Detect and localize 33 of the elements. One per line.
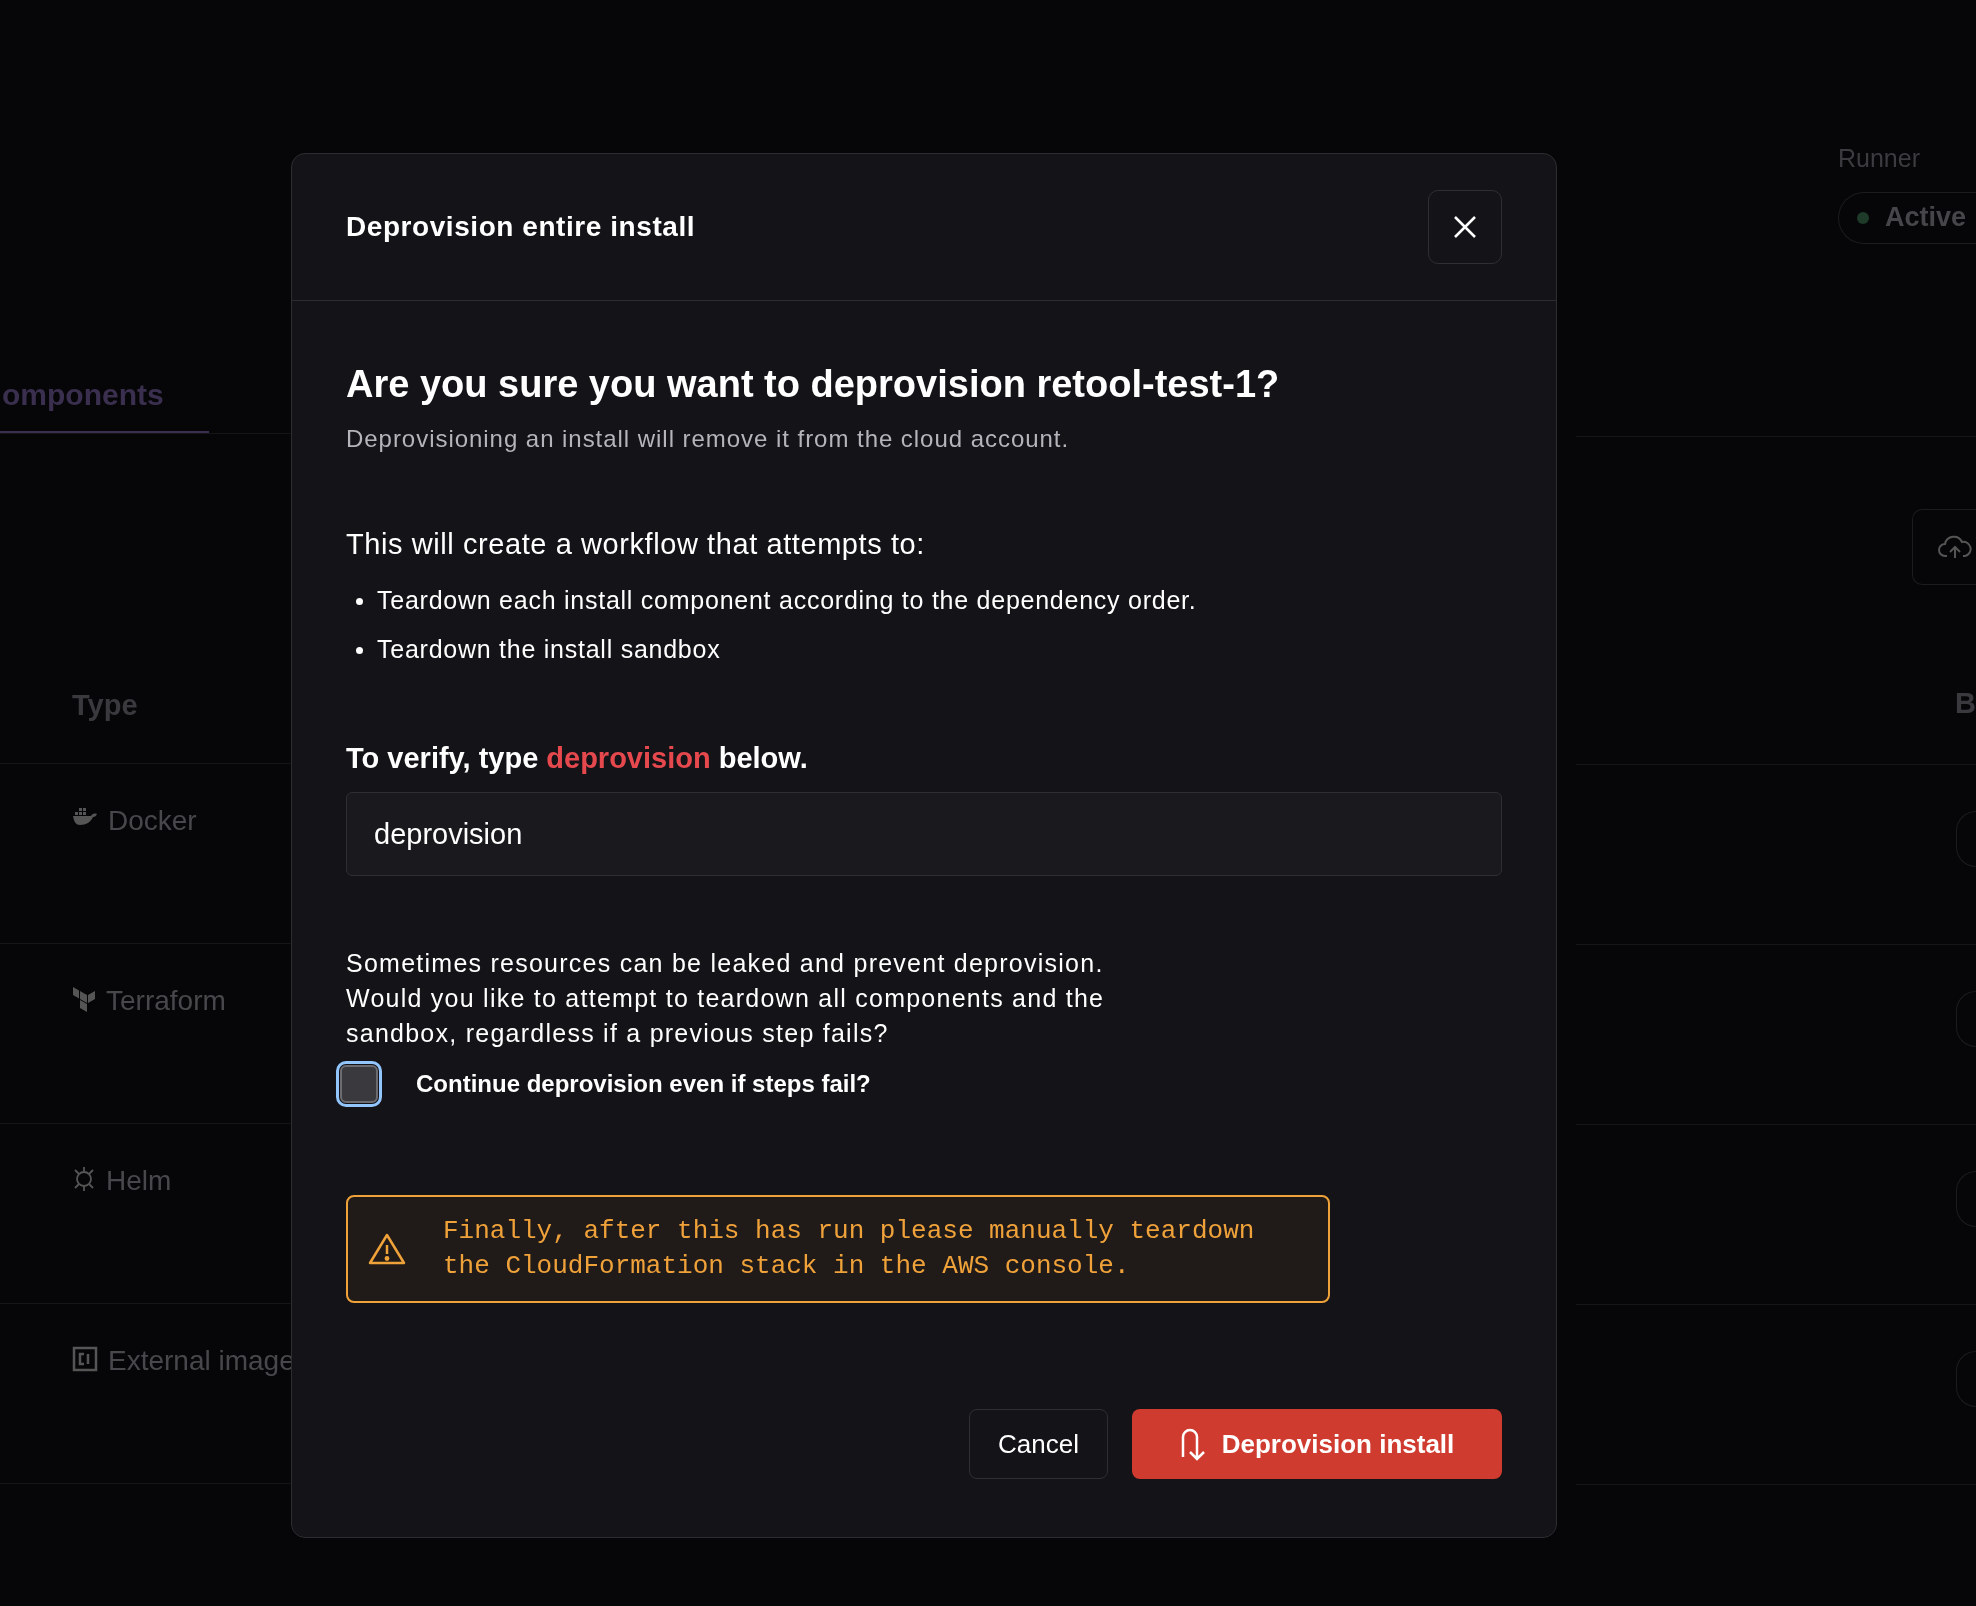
terraform-icon — [72, 986, 96, 1012]
row-type: Docker — [108, 804, 197, 838]
close-button[interactable] — [1428, 190, 1502, 264]
close-icon — [1452, 214, 1478, 240]
confirm-input-field[interactable]: deprovision — [346, 792, 1502, 876]
dialog-heading: Are you sure you want to deprovision retool-test-1? — [346, 362, 1281, 407]
verify-keyword: deprovision — [546, 740, 711, 776]
warning-icon — [368, 1232, 406, 1266]
verify-label: To verify, type — [346, 740, 539, 776]
description: Deprovisioning an install will remove it from the cloud account. — [346, 424, 1071, 454]
step-text: Teardown the install sandbox — [377, 634, 721, 666]
upload-button[interactable] — [1912, 508, 1976, 585]
warning-text: Finally, after this has run please manually teardown the CloudFormation stack in the AWS console. — [443, 1215, 1256, 1283]
status-text: Active — [1885, 201, 1967, 235]
cancel-button[interactable]: Cancel — [969, 1409, 1108, 1479]
cloud-upload-icon — [1938, 533, 1972, 560]
workflow-intro: This will create a workflow that attempts to: — [346, 527, 926, 562]
row-type: External image — [108, 1344, 295, 1378]
row-type: Helm — [106, 1164, 172, 1198]
whale-icon — [72, 806, 98, 826]
deprovision-button[interactable]: Deprovision install — [1132, 1409, 1502, 1479]
wheel-icon — [72, 1166, 96, 1192]
bullet-icon — [356, 646, 363, 654]
dialog-title: Deprovision entire install — [346, 210, 696, 244]
image-box-icon — [72, 1346, 98, 1372]
runner-label: Runner — [1838, 143, 1921, 174]
checkbox-label: Continue deprovision even if steps fail? — [416, 1069, 871, 1099]
bullet-icon — [356, 597, 363, 605]
u-turn-down-icon — [1179, 1427, 1208, 1461]
step-text: Teardown each install component according to the dependency order. — [377, 585, 1197, 617]
verify-label: below. — [718, 740, 808, 776]
leak-note: Sometimes resources can be leaked and prevent deprovision. Would you like to attempt to teardown all components and the sandbox, regardless if a previous step fails? — [346, 948, 1106, 1049]
row-type: Terraform — [106, 984, 226, 1018]
